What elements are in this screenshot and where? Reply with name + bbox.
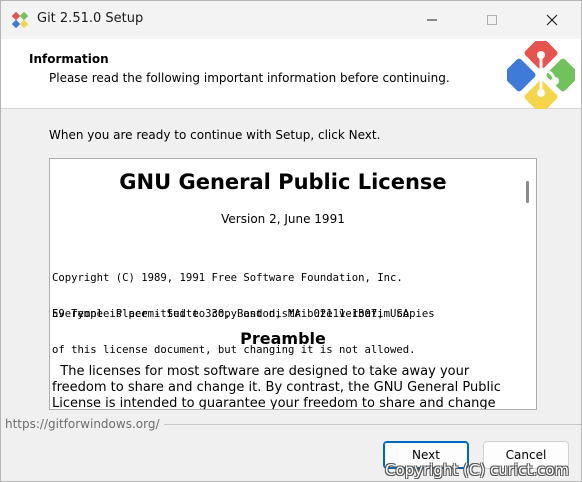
page-subtitle: Please read the following important info… bbox=[49, 71, 450, 85]
intro-text: When you are ready to continue with Setu… bbox=[49, 128, 381, 142]
brand-divider: https://gitforwindows.org/ bbox=[1, 415, 581, 433]
license-scrollbar[interactable] bbox=[518, 159, 536, 409]
license-textbox[interactable]: GNU General Public License Version 2, Ju… bbox=[49, 158, 537, 410]
maximize-icon bbox=[487, 15, 497, 25]
license-line: The licenses for most software are desig… bbox=[52, 364, 470, 379]
license-line: freedom to share and change it. By contr… bbox=[52, 380, 501, 395]
preamble-paragraph: The licenses for most software are desig… bbox=[52, 364, 514, 410]
divider-line bbox=[161, 424, 581, 425]
page-header: Information Please read the following im… bbox=[1, 39, 581, 109]
window-title: Git 2.51.0 Setup bbox=[37, 11, 144, 26]
copyright-watermark: Copyright (C) curict.com bbox=[385, 461, 570, 479]
maximize-button[interactable] bbox=[469, 1, 515, 39]
git-setup-logo-icon bbox=[507, 41, 575, 109]
close-icon bbox=[546, 14, 558, 26]
minimize-button[interactable] bbox=[409, 1, 455, 39]
close-button[interactable] bbox=[529, 1, 575, 39]
title-bar[interactable]: Git 2.51.0 Setup bbox=[1, 1, 581, 39]
page-title: Information bbox=[29, 52, 109, 66]
preamble-heading: Preamble bbox=[240, 329, 326, 348]
setup-window: Git 2.51.0 Setup Information Please read… bbox=[0, 0, 582, 482]
minimize-icon bbox=[427, 19, 437, 21]
license-line: License is intended to guarantee your fr… bbox=[52, 396, 496, 410]
license-version: Version 2, June 1991 bbox=[221, 212, 345, 226]
license-line: Copyright (C) 1989, 1991 Free Software F… bbox=[52, 272, 403, 284]
license-title: GNU General Public License bbox=[119, 170, 447, 194]
git-logo-icon bbox=[11, 11, 29, 29]
brand-link[interactable]: https://gitforwindows.org/ bbox=[5, 417, 164, 431]
scrollbar-thumb[interactable] bbox=[526, 181, 529, 203]
license-line: Everyone is permitted to copy and distri… bbox=[52, 308, 435, 320]
